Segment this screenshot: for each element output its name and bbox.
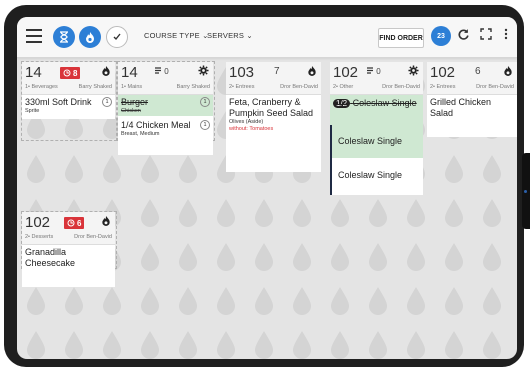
item-name: Coleslaw Single <box>338 170 403 180</box>
quantity-badge: 1 <box>102 97 112 107</box>
item-modifier: Breast, Medium <box>121 131 160 137</box>
split-badge: 1/2 <box>333 99 351 108</box>
printed-count: 0 <box>154 67 169 76</box>
item-name: 1/4 Chicken Meal <box>121 120 191 130</box>
checkmark-icon[interactable] <box>106 26 128 48</box>
menu-icon[interactable] <box>26 29 42 43</box>
order-item-done[interactable]: Burger Chicken 1 <box>118 95 213 116</box>
top-toolbar: COURSE TYPE ⌄ SERVERS ⌄ FIND ORDER 23 <box>17 17 517 58</box>
item-modifier: Sprite <box>25 108 40 114</box>
late-timer: 6 <box>64 217 85 229</box>
order-ticket[interactable]: 14 8 1• Beverages Barry Shaked 330ml Sof… <box>22 62 115 119</box>
ticket-header: 102 6 2• Desserts Dror Ben-David <box>22 212 115 245</box>
order-ticket[interactable]: 103 7 2• Entrees Dror Ben-David Feta, Cr… <box>226 62 321 172</box>
fire-icon[interactable] <box>79 26 101 48</box>
ticket-header: 103 7 2• Entrees Dror Ben-David <box>226 62 321 95</box>
order-ticket[interactable]: 102 0 2• Other Dror Ben-David 1/2 Colesl… <box>330 62 423 195</box>
gear-icon[interactable] <box>198 65 209 79</box>
item-name: Grilled Chicken Salad <box>430 97 492 118</box>
printed-count: 6 <box>475 66 481 77</box>
fullscreen-icon[interactable] <box>480 28 492 40</box>
fire-icon[interactable] <box>503 65 513 79</box>
order-item[interactable]: 330ml Soft Drink Sprite 1 <box>22 97 115 115</box>
order-ticket[interactable]: 102 6 2• Entrees Dror Ben-David Grilled … <box>427 62 517 137</box>
item-modifier: Olives (Aside) <box>229 119 264 125</box>
fire-icon[interactable] <box>101 65 111 79</box>
table-number: 102 <box>25 214 51 231</box>
table-number: 103 <box>229 64 255 81</box>
item-name: Granadilla Cheesecake <box>25 247 76 268</box>
course-label: 2• Other <box>333 84 354 90</box>
course-label: 2• Entrees <box>229 84 255 90</box>
table-number: 102 <box>430 64 456 81</box>
printer-icon <box>367 67 373 74</box>
item-name: Burger <box>121 97 149 107</box>
fire-icon[interactable] <box>307 65 317 79</box>
ticket-header: 102 6 2• Entrees Dror Ben-David <box>427 62 517 95</box>
hourglass-icon[interactable] <box>53 26 75 48</box>
quantity-badge: 1 <box>200 120 210 130</box>
fire-icon[interactable] <box>101 215 111 229</box>
item-exclusion: without: Tomatoes <box>229 126 274 132</box>
item-modifier: Chicken <box>121 108 141 114</box>
more-options-icon[interactable] <box>504 28 508 40</box>
table-number: 14 <box>25 64 42 81</box>
item-name: Coleslaw Single <box>338 136 403 146</box>
table-number: 102 <box>333 64 359 81</box>
ticket-header: 102 0 2• Other Dror Ben-David <box>330 62 423 95</box>
printer-icon <box>155 67 161 74</box>
server-name: Dror Ben-David <box>382 84 420 90</box>
order-item[interactable]: 1/4 Chicken Meal Breast, Medium 1 <box>118 120 213 138</box>
order-ticket[interactable]: 102 6 2• Desserts Dror Ben-David Granadi… <box>22 212 115 287</box>
course-label: 2• Entrees <box>430 84 456 90</box>
course-type-dropdown[interactable]: COURSE TYPE ⌄ <box>144 31 209 40</box>
order-item[interactable]: Grilled Chicken Salad <box>427 97 517 119</box>
course-label: 1• Mains <box>121 84 143 90</box>
ticket-header: 14 8 1• Beverages Barry Shaked <box>22 62 115 95</box>
course-label: 1• Beverages <box>25 84 58 90</box>
refresh-icon[interactable] <box>457 28 470 41</box>
server-name: Barry Shaked <box>176 84 210 90</box>
item-name: 330ml Soft Drink <box>25 97 92 107</box>
kds-screen: COURSE TYPE ⌄ SERVERS ⌄ FIND ORDER 23 14… <box>17 17 517 359</box>
order-item-done[interactable]: 1/2 Coleslaw Single <box>330 95 423 125</box>
find-order-button[interactable]: FIND ORDER <box>378 28 424 48</box>
order-count-badge[interactable]: 23 <box>431 26 451 46</box>
order-item[interactable]: Coleslaw Single <box>330 158 423 195</box>
server-name: Dror Ben-David <box>74 234 112 240</box>
order-ticket[interactable]: 14 0 1• Mains Barry Shaked Burger Chicke… <box>118 62 213 155</box>
course-label: 2• Desserts <box>25 234 54 240</box>
table-number: 14 <box>121 64 138 81</box>
order-item[interactable]: Granadilla Cheesecake <box>22 247 115 269</box>
server-name: Dror Ben-David <box>476 84 514 90</box>
order-item-selected[interactable]: Coleslaw Single <box>330 125 423 158</box>
printed-count: 0 <box>366 67 381 76</box>
ticket-header: 14 0 1• Mains Barry Shaked <box>118 62 213 95</box>
servers-dropdown[interactable]: SERVERS ⌄ <box>207 31 253 40</box>
printed-count: 7 <box>274 66 280 77</box>
server-name: Barry Shaked <box>78 84 112 90</box>
order-item[interactable]: Feta, Cranberry & Pumpkin Seed Salad Oli… <box>226 97 321 133</box>
clock-icon <box>63 69 71 77</box>
gear-icon[interactable] <box>408 65 419 79</box>
clock-icon <box>67 219 75 227</box>
tablet-frame: COURSE TYPE ⌄ SERVERS ⌄ FIND ORDER 23 14… <box>4 5 530 367</box>
quantity-badge: 1 <box>200 97 210 107</box>
server-name: Dror Ben-David <box>280 84 318 90</box>
item-name: 1/2 Coleslaw Single <box>333 98 420 109</box>
item-name: Feta, Cranberry & Pumpkin Seed Salad <box>229 97 314 118</box>
late-timer: 8 <box>60 67 81 79</box>
camera-dot <box>524 190 527 193</box>
